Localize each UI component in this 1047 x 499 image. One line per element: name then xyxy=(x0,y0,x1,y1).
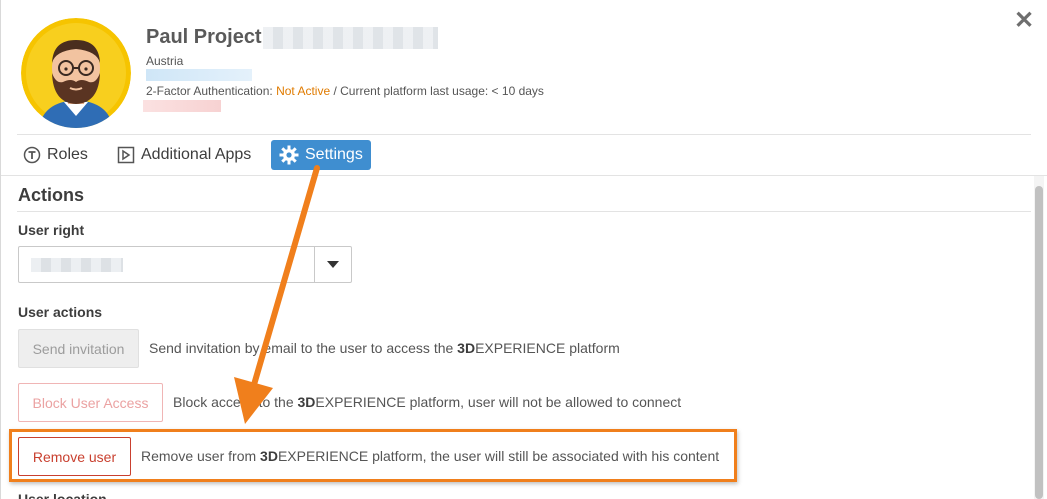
user-location-label: User location xyxy=(18,491,107,499)
close-button[interactable]: ✕ xyxy=(1011,8,1037,34)
select-toggle[interactable] xyxy=(314,247,351,282)
status-line: 2-Factor Authentication: Not Active / Cu… xyxy=(146,84,544,98)
redacted-email xyxy=(146,69,252,81)
user-name: Paul Project xyxy=(146,26,262,48)
block-user-access-description: Block access to the 3DEXPERIENCE platfor… xyxy=(173,394,682,410)
annotation-highlight-box xyxy=(9,429,737,482)
divider xyxy=(17,211,1031,212)
tab-roles[interactable]: Roles xyxy=(23,140,88,170)
redacted-name xyxy=(263,27,438,49)
tab-settings-label: Settings xyxy=(305,146,363,163)
send-invitation-button[interactable]: Send invitation xyxy=(18,329,139,368)
user-details-dialog: ✕ Paul Project Austria 2-Factor Authenti… xyxy=(0,0,1047,499)
user-right-select[interactable] xyxy=(18,246,352,283)
user-actions-label: User actions xyxy=(18,304,103,320)
scrollbar-thumb[interactable] xyxy=(1035,186,1043,499)
divider xyxy=(17,134,1031,135)
tfa-status: Not Active xyxy=(276,84,331,98)
apps-icon xyxy=(117,146,135,164)
redacted-selected-value xyxy=(31,258,123,272)
redacted-info xyxy=(143,100,221,112)
tab-roles-label: Roles xyxy=(47,146,88,163)
tfa-label: 2-Factor Authentication: xyxy=(146,84,273,98)
user-right-label: User right xyxy=(18,222,85,238)
divider xyxy=(1,175,1047,176)
usage-label: / Current platform last usage: xyxy=(333,84,489,98)
roles-icon xyxy=(23,146,41,164)
send-invitation-description: Send invitation by email to the user to … xyxy=(149,340,620,356)
tab-additional-apps[interactable]: Additional Apps xyxy=(117,140,251,170)
tab-additional-apps-label: Additional Apps xyxy=(141,146,252,163)
block-user-access-button[interactable]: Block User Access xyxy=(18,383,163,422)
tab-settings[interactable]: Settings xyxy=(271,140,371,170)
gear-icon xyxy=(279,145,299,165)
avatar xyxy=(21,18,131,128)
caret-down-icon xyxy=(327,260,339,268)
user-country: Austria xyxy=(146,54,184,68)
section-title: Actions xyxy=(18,185,85,205)
usage-value: < 10 days xyxy=(491,84,544,98)
